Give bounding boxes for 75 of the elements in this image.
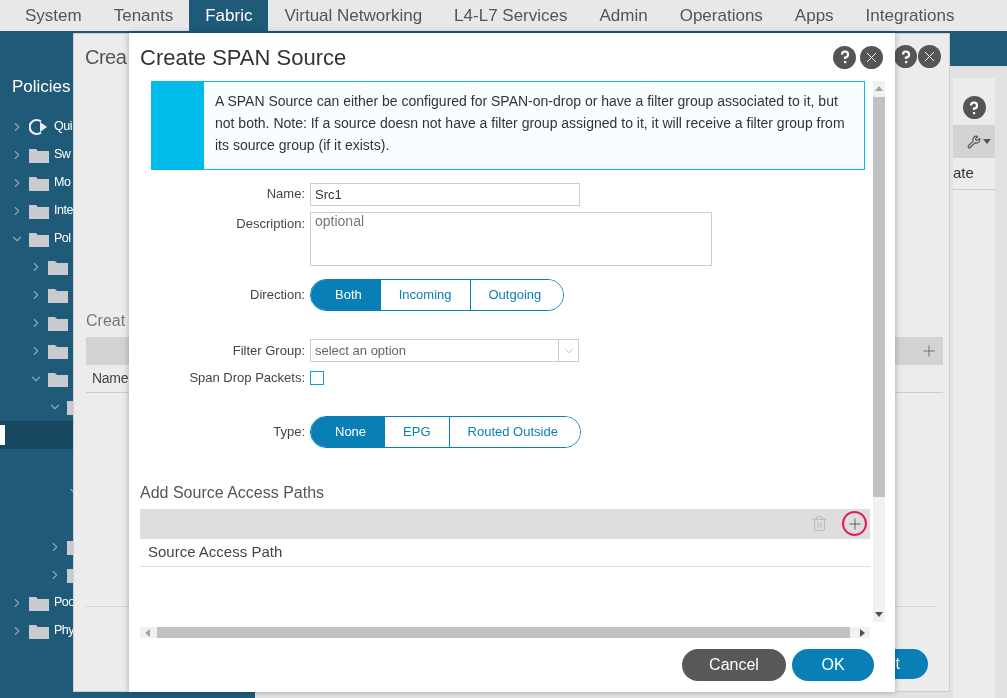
add-button[interactable]	[842, 511, 867, 536]
nav-tab[interactable]: Admin	[583, 0, 664, 31]
field-label: Type:	[272, 422, 305, 441]
help-icon[interactable]	[962, 96, 986, 119]
tree-label: Pol	[54, 230, 71, 248]
folder-icon	[29, 622, 49, 639]
folder-icon	[29, 174, 49, 191]
section-title: Creat	[86, 311, 127, 331]
vertical-scrollbar[interactable]	[873, 81, 885, 622]
tree-item[interactable]	[0, 420, 73, 449]
scroll-up-icon[interactable]	[875, 86, 883, 91]
segment-option[interactable]: Routed Outside	[448, 416, 580, 447]
tree-item[interactable]: Mo	[0, 168, 73, 197]
field-label: Name:	[265, 185, 305, 204]
nav-tab[interactable]: Apps	[778, 0, 850, 31]
nav-tab[interactable]: Integrations	[849, 0, 971, 31]
segment-option[interactable]: Both	[311, 280, 380, 310]
wrench-icon	[967, 134, 981, 149]
close-icon[interactable]	[860, 45, 883, 69]
help-icon[interactable]	[833, 45, 856, 69]
folder-icon	[29, 594, 49, 611]
help-icon[interactable]	[894, 45, 917, 68]
quickstart-icon	[29, 117, 49, 136]
filter-group-select[interactable]: select an option	[310, 339, 579, 362]
tree-label: Sw	[54, 146, 71, 164]
close-icon[interactable]	[918, 45, 941, 68]
nav-tab[interactable]: System	[9, 0, 98, 31]
dialog-title: Crea	[85, 44, 127, 70]
nav-tab[interactable]: Operations	[663, 0, 779, 31]
ok-button[interactable]: OK	[792, 649, 874, 681]
description-field[interactable]: optional	[310, 212, 712, 266]
tree-item[interactable]: Pol	[0, 224, 73, 253]
folder-icon	[48, 258, 68, 275]
column-header: Name	[92, 369, 129, 388]
sidebar-title: Policies	[12, 77, 71, 96]
tree-item[interactable]: Sw	[0, 140, 73, 169]
checkbox[interactable]	[310, 370, 324, 385]
folder-icon	[29, 146, 49, 163]
nav-tab[interactable]: L4-L7 Services	[438, 0, 584, 31]
segment-option[interactable]: Outgoing	[469, 280, 564, 310]
field-label: Span Drop Packets:	[188, 369, 305, 387]
nav-tab[interactable]: Virtual Networking	[268, 0, 439, 31]
field-label: Direction:	[249, 286, 305, 305]
selection-bar	[0, 424, 5, 445]
segment-option[interactable]: None	[311, 416, 385, 447]
info-text: A SPAN Source can either be configured for SPAN-on-drop or have a filter group associated to it, but not both. Note: If a source doesn not have a filter group assigned to it, it will receive a filter group from its source group (if it exists).	[214, 92, 846, 155]
scrollbar-thumb[interactable]	[873, 97, 885, 497]
tree-label: Qui	[54, 118, 72, 136]
folder-icon	[29, 202, 49, 219]
folder-icon	[48, 314, 68, 331]
cancel-button[interactable]: Cancel	[682, 649, 786, 681]
scroll-down-icon[interactable]	[875, 612, 883, 617]
section-title: Add Source Access Paths	[140, 482, 326, 503]
tree-item[interactable]: Inte	[0, 196, 73, 225]
folder-icon	[48, 342, 68, 359]
caret-icon	[983, 139, 991, 144]
column-header: ate	[953, 164, 974, 181]
nav-tab[interactable]: Fabric	[189, 0, 269, 31]
tools-menu-button[interactable]	[953, 125, 995, 158]
nav-tab[interactable]: Tenants	[97, 0, 190, 31]
tree-label: Inte	[54, 202, 73, 220]
folder-icon	[29, 230, 49, 247]
tree-item[interactable]: Qui	[0, 112, 73, 141]
name-field[interactable]: Src1	[310, 183, 580, 206]
scroll-right-icon[interactable]	[860, 628, 865, 637]
trash-icon[interactable]	[811, 515, 828, 532]
scroll-left-icon[interactable]	[145, 628, 150, 637]
field-label: Filter Group:	[231, 341, 305, 360]
folder-icon	[48, 286, 68, 303]
add-icon[interactable]	[920, 342, 938, 360]
field-label: Description:	[235, 215, 305, 233]
dialog-title: Create SPAN Source	[140, 43, 347, 72]
column-header: Source Access Path	[148, 541, 283, 562]
folder-icon	[48, 370, 68, 387]
tree-label: Mo	[54, 174, 71, 192]
